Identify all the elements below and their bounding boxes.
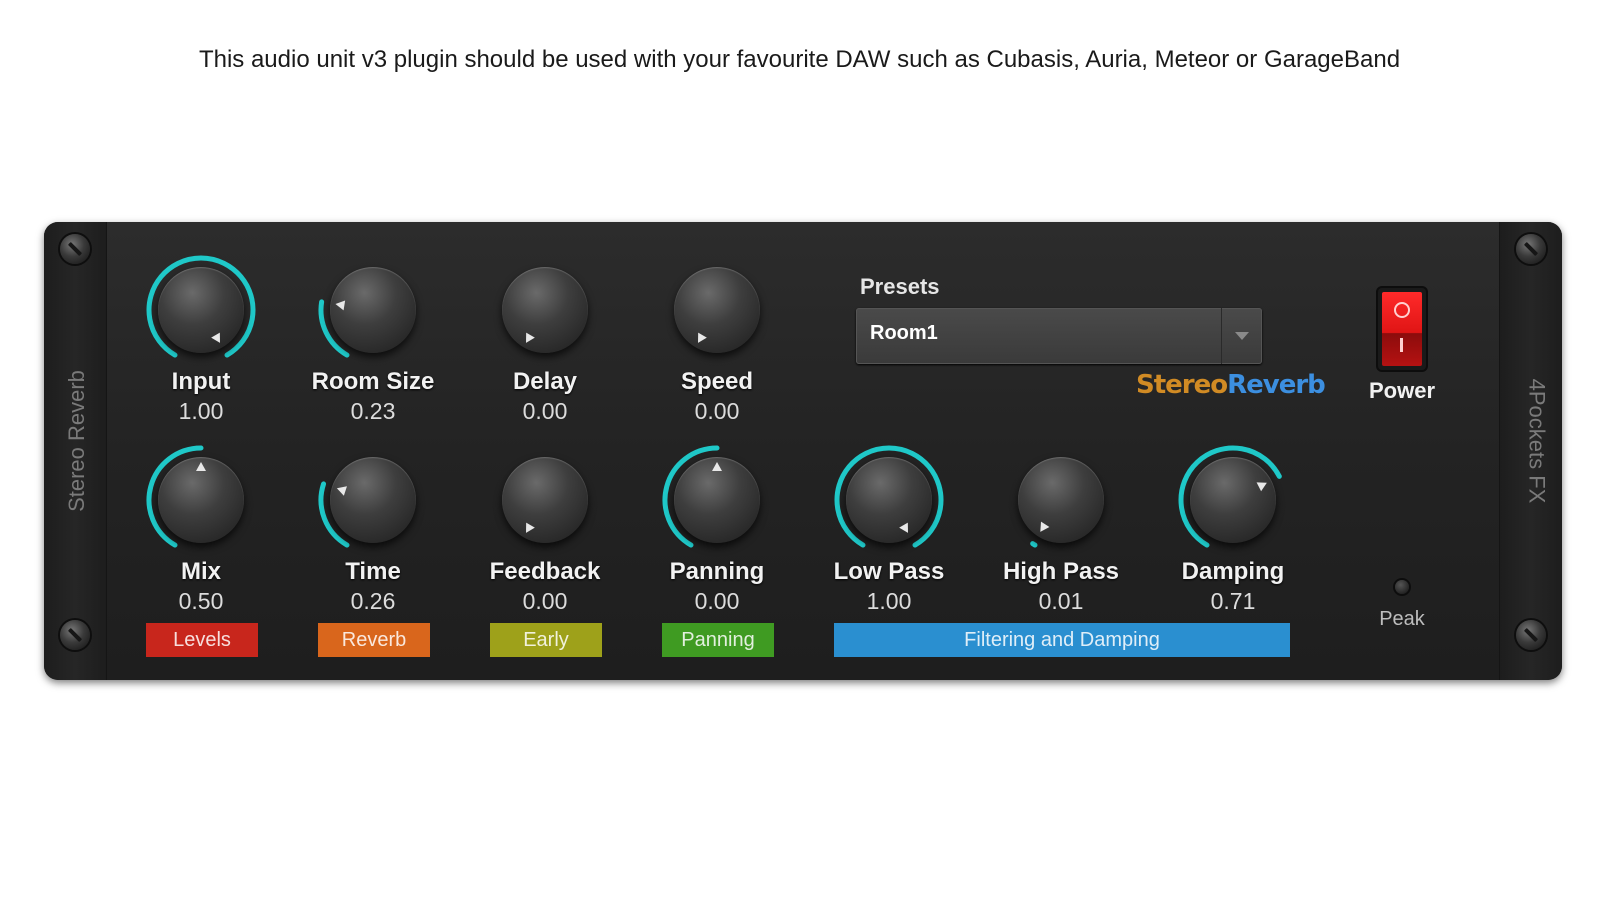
power-rocker — [1382, 292, 1422, 366]
damping-knob[interactable] — [1173, 440, 1293, 560]
mix-value: 0.50 — [178, 588, 224, 614]
group-tag-filtering: Filtering and Damping — [834, 623, 1290, 657]
knob-cap — [1018, 457, 1104, 543]
speed-value: 0.00 — [694, 398, 740, 424]
description-text: This audio unit v3 plugin should be used… — [198, 46, 1401, 73]
input-knob[interactable] — [141, 250, 261, 370]
screw-icon — [60, 620, 90, 650]
speed-label: Speed — [680, 368, 754, 395]
vendor-label: 4Pockets FX — [1524, 378, 1550, 504]
input-label: Input — [171, 368, 231, 395]
screw-icon — [1516, 234, 1546, 264]
peak-led-icon — [1395, 580, 1409, 594]
group-tag-panning: Panning — [662, 623, 774, 657]
power-label: Power — [1368, 378, 1436, 403]
logo-part-stereo: Stereo — [1136, 370, 1228, 400]
presets-dropdown[interactable]: Room1 — [856, 308, 1262, 364]
presets-selected-value: Room1 — [870, 322, 938, 344]
room-size-knob[interactable] — [313, 250, 433, 370]
panning-value: 0.00 — [694, 588, 740, 614]
feedback-label: Feedback — [489, 558, 601, 585]
low-pass-value: 1.00 — [866, 588, 912, 614]
logo-part-reverb: Reverb — [1227, 370, 1326, 400]
time-label: Time — [345, 558, 401, 585]
plugin-panel: Stereo Reverb 4Pockets FX Input 1.00 Roo… — [44, 222, 1562, 680]
power-switch[interactable] — [1378, 288, 1426, 370]
group-tag-reverb: Reverb — [318, 623, 430, 657]
feedback-value: 0.00 — [522, 588, 568, 614]
knob-cap — [502, 457, 588, 543]
product-logo: StereoReverb — [1136, 370, 1326, 400]
delay-label: Delay — [512, 368, 578, 395]
delay-value: 0.00 — [522, 398, 568, 424]
presets-label: Presets — [860, 274, 940, 299]
group-tag-early: Early — [490, 623, 602, 657]
chevron-down-icon[interactable] — [1221, 308, 1262, 364]
feedback-knob[interactable] — [485, 440, 605, 560]
room-size-label: Room Size — [311, 368, 435, 395]
left-rail: Stereo Reverb — [44, 222, 107, 680]
input-value: 1.00 — [178, 398, 224, 424]
peak-label: Peak — [1379, 608, 1425, 630]
mix-label: Mix — [180, 558, 221, 585]
plugin-name-label: Stereo Reverb — [63, 370, 89, 512]
knob-cap — [846, 457, 932, 543]
knob-cap — [1190, 457, 1276, 543]
damping-label: Damping — [1181, 558, 1285, 585]
group-tag-levels: Levels — [146, 623, 258, 657]
power-on-symbol-icon — [1400, 338, 1403, 352]
knob-cap — [674, 267, 760, 353]
room-size-value: 0.23 — [350, 398, 396, 424]
damping-value: 0.71 — [1210, 588, 1256, 614]
knob-cap — [502, 267, 588, 353]
panning-label: Panning — [669, 558, 765, 585]
screw-icon — [60, 234, 90, 264]
screw-icon — [1516, 620, 1546, 650]
high-pass-value: 0.01 — [1038, 588, 1084, 614]
power-off-symbol-icon — [1394, 302, 1410, 318]
high-pass-knob[interactable] — [1001, 440, 1121, 560]
time-knob[interactable] — [313, 440, 433, 560]
high-pass-label: High Pass — [1002, 558, 1120, 585]
right-rail: 4Pockets FX — [1499, 222, 1562, 680]
mix-knob[interactable] — [141, 440, 261, 560]
knob-cap — [330, 457, 416, 543]
time-value: 0.26 — [350, 588, 396, 614]
low-pass-label: Low Pass — [833, 558, 945, 585]
knob-cap — [158, 267, 244, 353]
knob-level-arc — [1030, 541, 1038, 548]
speed-knob[interactable] — [657, 250, 777, 370]
low-pass-knob[interactable] — [829, 440, 949, 560]
delay-knob[interactable] — [485, 250, 605, 370]
panning-knob[interactable] — [657, 440, 777, 560]
